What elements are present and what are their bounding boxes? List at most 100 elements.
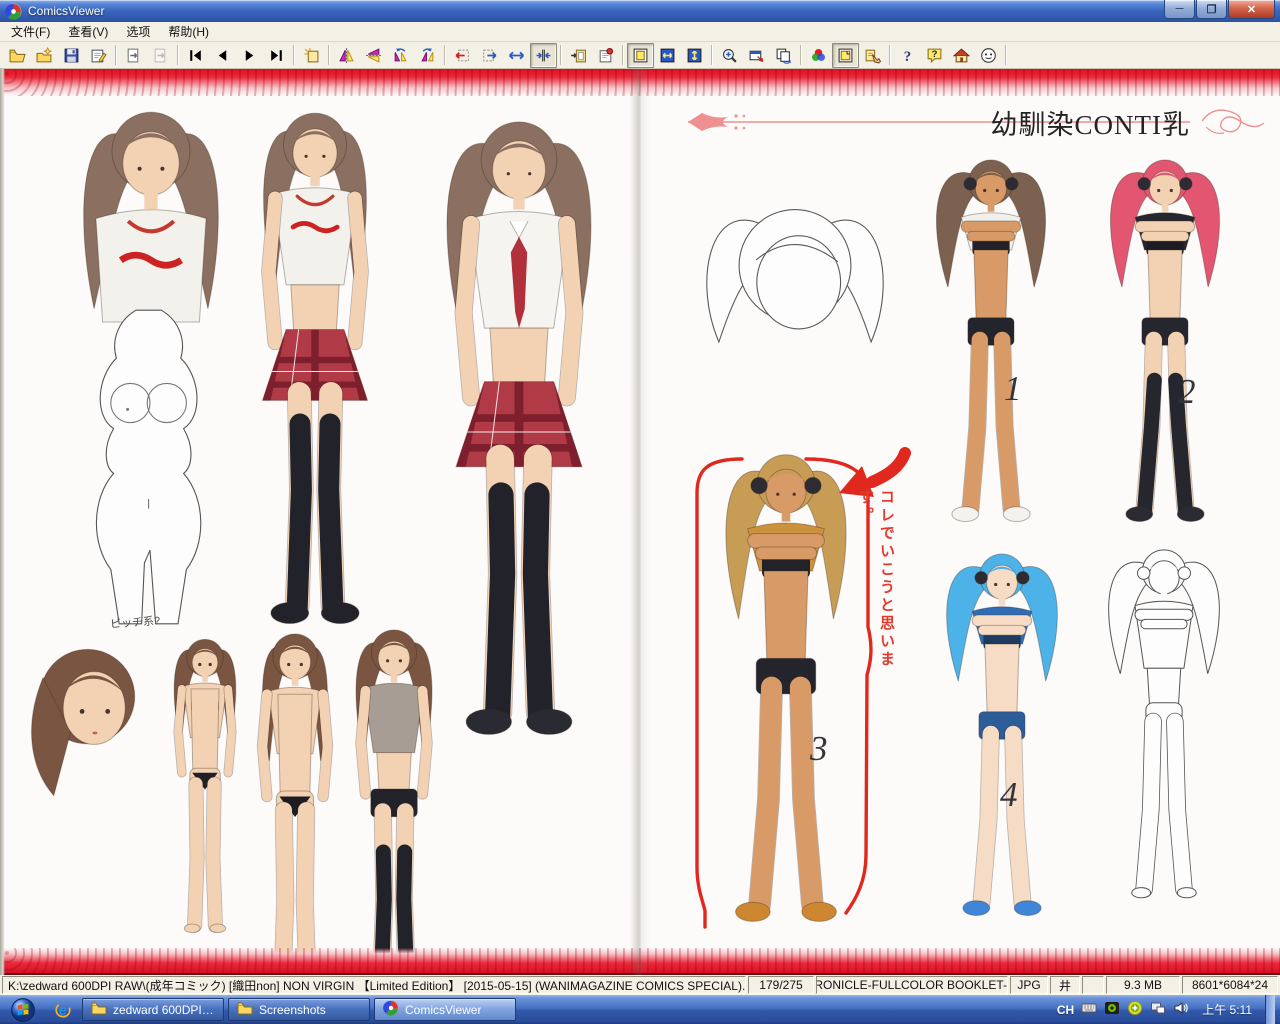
archive-prev-button[interactable] (565, 43, 592, 68)
flip-h-icon (338, 47, 355, 64)
color-adjust-button[interactable] (805, 43, 832, 68)
home-button[interactable] (948, 43, 975, 68)
last-page-button[interactable] (263, 43, 290, 68)
rotate-left-button[interactable] (387, 43, 414, 68)
menu-options[interactable]: 选项 (117, 21, 159, 42)
fit-height-button[interactable] (681, 43, 708, 68)
network-tray-icon[interactable] (1150, 1000, 1166, 1019)
antivirus-tray-icon[interactable] (1127, 1000, 1143, 1019)
show-desktop-button[interactable] (1265, 995, 1275, 1024)
head-sketch (707, 210, 883, 342)
new-thumbnail-button[interactable] (298, 43, 325, 68)
drag-page-button[interactable] (859, 43, 886, 68)
volume-tray-icon[interactable] (1173, 1000, 1189, 1019)
taskbar: e zedward 600DPI R...ScreenshotsComicsVi… (0, 995, 1280, 1024)
status-mode: 井 (1050, 976, 1080, 994)
width-arrows-icon (508, 47, 525, 64)
window-title: ComicsViewer (28, 4, 1164, 18)
restore-button[interactable]: ❐ (1196, 0, 1227, 19)
toolbar-separator (115, 45, 117, 65)
status-blank (1082, 976, 1104, 994)
extract-all-button (147, 43, 174, 68)
rotate-r-icon (419, 47, 436, 64)
next-page-button[interactable] (236, 43, 263, 68)
app-icon (5, 3, 22, 20)
status-format: JPG (1010, 976, 1048, 994)
girl-face-portrait (32, 649, 135, 795)
variant-4-girl (947, 554, 1058, 915)
view-original-button[interactable] (627, 43, 654, 68)
menu-view[interactable]: 查看(V) (59, 21, 117, 42)
figure-number-1: 1 (1004, 369, 1022, 409)
page-frame-button[interactable] (832, 43, 859, 68)
folder-open-icon (9, 47, 26, 64)
nav-next-icon (241, 47, 258, 64)
new-button[interactable] (31, 43, 58, 68)
clock[interactable]: 上午 5:11 (1196, 1001, 1258, 1018)
flip-horizontal-button[interactable] (333, 43, 360, 68)
girl-uniform (447, 122, 591, 734)
help-icon: ? (899, 47, 916, 64)
shrink-window-button[interactable] (743, 43, 770, 68)
thumb-new-icon (303, 47, 320, 64)
save-button[interactable] (58, 43, 85, 68)
figure-number-4: 4 (1000, 775, 1018, 815)
task-screenshots-folder[interactable]: Screenshots (228, 998, 370, 1021)
page-fit-w-icon (659, 47, 676, 64)
figure-number-3: 3 (810, 729, 828, 769)
keyboard-tray-icon[interactable] (1081, 1000, 1097, 1019)
rotate-right-button[interactable] (414, 43, 441, 68)
stretch-width-button[interactable] (503, 43, 530, 68)
open-button[interactable] (4, 43, 31, 68)
drag-page-icon (864, 47, 881, 64)
variant-1-girl (936, 160, 1045, 522)
folder-new-icon (36, 47, 53, 64)
shift-page-left-button[interactable] (449, 43, 476, 68)
extract-button[interactable] (120, 43, 147, 68)
close-button[interactable]: ✕ (1228, 0, 1275, 19)
about-button[interactable] (975, 43, 1002, 68)
prev-page-button[interactable] (209, 43, 236, 68)
toolbar-separator (444, 45, 446, 65)
menu-file[interactable]: 文件(F) (2, 21, 59, 42)
folder-icon (91, 1000, 107, 1019)
page-gutter (630, 69, 650, 975)
first-page-button[interactable] (182, 43, 209, 68)
toolbar-separator (293, 45, 295, 65)
comicsviewer-window: ComicsViewer ─❐✕ 文件(F)查看(V)选项帮助(H) ?? 幼馴… (0, 0, 1280, 1024)
nvidia-tray-icon[interactable] (1104, 1000, 1120, 1019)
shift-page-right-button[interactable] (476, 43, 503, 68)
page-title: 幼馴染CONTI乳 (690, 103, 1190, 142)
toolbar-separator (328, 45, 330, 65)
start-button[interactable] (0, 998, 46, 1022)
toolbar: ?? (0, 42, 1280, 69)
language-indicator[interactable]: CH (1057, 1003, 1074, 1017)
two-page-mode-button[interactable] (530, 43, 557, 68)
cascade-button[interactable] (770, 43, 797, 68)
two-page-icon (535, 47, 552, 64)
task-comicsviewer[interactable]: ComicsViewer (374, 998, 516, 1021)
image-viewport[interactable]: 幼馴染CONTI乳 コレでいこうと思います。 ビッチ系? 1234 (0, 69, 1280, 975)
home-icon (953, 47, 970, 64)
archive-edit-button[interactable] (592, 43, 619, 68)
task-zedward-folder[interactable]: zedward 600DPI R... (82, 998, 224, 1021)
tips-button[interactable]: ? (921, 43, 948, 68)
extract-icon (125, 47, 142, 64)
book-mark-icon (597, 47, 614, 64)
zoom-button[interactable] (716, 43, 743, 68)
nav-first-icon (187, 47, 204, 64)
minimize-button[interactable]: ─ (1164, 0, 1195, 19)
edit-list-button[interactable] (85, 43, 112, 68)
figure-number-2: 2 (1178, 372, 1196, 412)
menu-help[interactable]: 帮助(H) (159, 21, 218, 42)
ie-quicklaunch-icon[interactable]: e (46, 1001, 80, 1019)
flip-vertical-button[interactable] (360, 43, 387, 68)
fit-width-button[interactable] (654, 43, 681, 68)
nav-prev-icon (214, 47, 231, 64)
page-fit-h-icon (686, 47, 703, 64)
help-button[interactable]: ? (894, 43, 921, 68)
about-face-icon (980, 47, 997, 64)
save-icon (63, 47, 80, 64)
torso-sketch (96, 310, 200, 624)
svg-text:?: ? (932, 49, 938, 60)
